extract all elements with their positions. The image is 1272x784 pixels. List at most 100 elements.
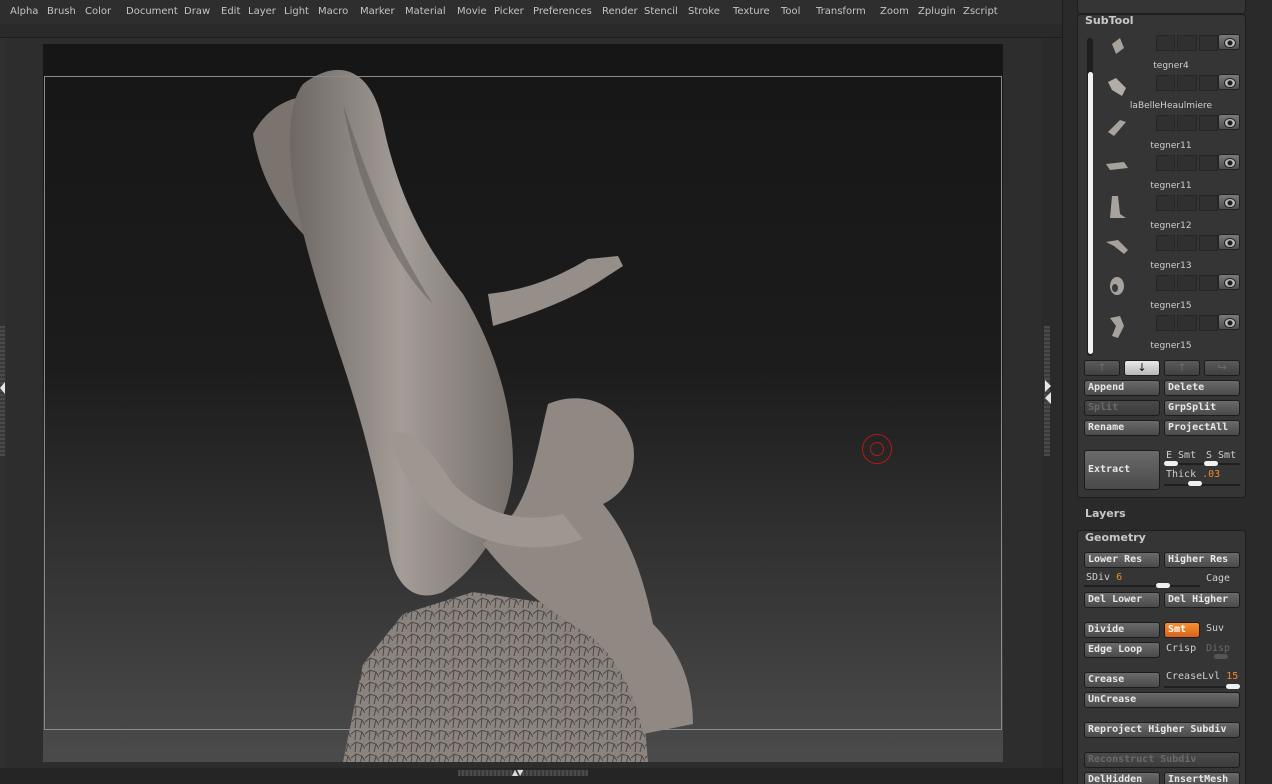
crease-level-knob[interactable]	[1226, 684, 1240, 689]
eye-icon[interactable]	[1218, 274, 1240, 290]
menu-draw[interactable]: Draw	[184, 6, 210, 17]
disp-knob[interactable]	[1214, 654, 1228, 659]
reconstruct-subdiv-button[interactable]: Reconstruct Subdiv	[1084, 752, 1240, 768]
subtool-name: tegner13	[1150, 261, 1192, 271]
e-smt-knob[interactable]	[1164, 461, 1178, 466]
subtool-toggles[interactable]	[1156, 155, 1218, 171]
subtool-toggles[interactable]	[1156, 195, 1218, 211]
hand-thumbnail-icon	[1104, 74, 1130, 98]
menu-transform[interactable]: Transform	[816, 6, 866, 17]
arm-thumbnail-icon	[1104, 154, 1130, 178]
higher-res-button[interactable]: Higher Res	[1164, 552, 1240, 568]
menu-light[interactable]: Light	[284, 6, 309, 17]
crease-level-label: CreaseLvl 15	[1166, 671, 1238, 682]
subtool-name: laBelleHeaulmiere	[1129, 101, 1213, 111]
menu-zscript[interactable]: Zscript	[963, 6, 998, 17]
move-down-icon[interactable]: ↓	[1124, 360, 1160, 376]
subtool-scroll-thumb[interactable]	[1088, 72, 1093, 354]
eye-icon[interactable]	[1218, 194, 1240, 210]
split-button[interactable]: Split	[1084, 400, 1160, 416]
subtool-toggles[interactable]	[1156, 115, 1218, 131]
menu-render[interactable]: Render	[602, 6, 638, 17]
subtool-toggles[interactable]	[1156, 75, 1218, 91]
layers-title[interactable]: Layers	[1085, 507, 1126, 520]
extract-button[interactable]: Extract	[1084, 450, 1160, 490]
eye-icon[interactable]	[1218, 314, 1240, 330]
viewport-canvas[interactable]	[43, 44, 1003, 762]
eye-icon[interactable]	[1218, 74, 1240, 90]
thick-knob[interactable]	[1188, 481, 1202, 486]
menu-brush[interactable]: Brush	[47, 6, 76, 17]
subtool-name: tegner12	[1150, 221, 1192, 231]
bottom-tray-handle[interactable]	[458, 770, 588, 776]
edge-loop-button[interactable]: Edge Loop	[1084, 642, 1160, 658]
disp-slider[interactable]: Disp	[1206, 643, 1230, 654]
move-up-icon[interactable]: ↑	[1084, 360, 1120, 376]
reproject-higher-subdiv-button[interactable]: Reproject Higher Subdiv	[1084, 722, 1240, 738]
menu-movie[interactable]: Movie	[457, 6, 487, 17]
smt-toggle[interactable]: Smt	[1164, 622, 1200, 638]
crease-level-value: 15	[1226, 671, 1239, 682]
geometry-title[interactable]: Geometry	[1085, 531, 1146, 544]
rename-button[interactable]: Rename	[1084, 420, 1160, 436]
subtool-toggles[interactable]	[1156, 35, 1218, 51]
subtool-name: tegner15	[1150, 341, 1192, 351]
subtool-toggles[interactable]	[1156, 315, 1218, 331]
crease-button[interactable]: Crease	[1084, 672, 1160, 688]
bottom-tray-arrows-icon[interactable]: ▲▼	[512, 768, 523, 777]
brush-cursor-icon	[862, 434, 892, 464]
menu-macro[interactable]: Macro	[318, 6, 348, 17]
thick-label: Thick .03	[1166, 469, 1220, 480]
menu-stroke[interactable]: Stroke	[688, 6, 720, 17]
uncrease-button[interactable]: UnCrease	[1084, 692, 1240, 708]
del-hidden-button[interactable]: DelHidden	[1084, 772, 1160, 784]
subtool-name: tegner15	[1150, 301, 1192, 311]
grpsplit-button[interactable]: GrpSplit	[1164, 400, 1240, 416]
menu-alpha[interactable]: Alpha	[10, 6, 38, 17]
menu-zplugin[interactable]: Zplugin	[918, 6, 956, 17]
menu-layer[interactable]: Layer	[248, 6, 276, 17]
del-lower-button[interactable]: Del Lower	[1084, 592, 1160, 608]
right-tray-arrow-icon[interactable]	[1045, 380, 1051, 392]
menu-preferences[interactable]: Preferences	[533, 6, 592, 17]
lower-res-button[interactable]: Lower Res	[1084, 552, 1160, 568]
projectall-button[interactable]: ProjectAll	[1164, 420, 1240, 436]
suv-toggle[interactable]: Suv	[1206, 623, 1224, 634]
subtool-toggles[interactable]	[1156, 235, 1218, 251]
delete-button[interactable]: Delete	[1164, 380, 1240, 396]
thick-slider[interactable]	[1164, 484, 1240, 486]
cage-button[interactable]: Cage	[1206, 573, 1230, 584]
divide-button[interactable]: Divide	[1084, 622, 1160, 638]
menu-marker[interactable]: Marker	[360, 6, 395, 17]
menu-zoom[interactable]: Zoom	[880, 6, 909, 17]
insert-mesh-button[interactable]: InsertMesh	[1164, 772, 1240, 784]
eye-icon[interactable]	[1218, 234, 1240, 250]
append-button[interactable]: Append	[1084, 380, 1160, 396]
menu-edit[interactable]: Edit	[221, 6, 240, 17]
menu-color[interactable]: Color	[85, 6, 111, 17]
subtool-title[interactable]: SubTool	[1085, 14, 1134, 27]
subtool-toggles[interactable]	[1156, 275, 1218, 291]
sdiv-knob[interactable]	[1156, 583, 1170, 588]
right-tray-collapse-icon[interactable]	[1045, 392, 1051, 404]
menu-picker[interactable]: Picker	[494, 6, 524, 17]
s-smt-knob[interactable]	[1204, 461, 1218, 466]
del-higher-button[interactable]: Del Higher	[1164, 592, 1240, 608]
menu-material[interactable]: Material	[405, 6, 446, 17]
subtool-name: tegner4	[1153, 61, 1189, 71]
redo-arrow-icon[interactable]: ↪	[1204, 360, 1240, 376]
menu-texture[interactable]: Texture	[733, 6, 770, 17]
arm-thumbnail-icon	[1104, 234, 1130, 258]
e-smt-label: E Smt	[1166, 450, 1197, 461]
eye-icon[interactable]	[1218, 154, 1240, 170]
menu-tool[interactable]: Tool	[781, 6, 800, 17]
menu-document[interactable]: Document	[126, 6, 178, 17]
sdiv-label: SDiv 6	[1086, 572, 1122, 583]
menu-stencil[interactable]: Stencil	[644, 6, 678, 17]
sdiv-slider[interactable]	[1084, 585, 1200, 587]
eye-icon[interactable]	[1218, 114, 1240, 130]
crisp-toggle[interactable]: Crisp	[1166, 643, 1196, 654]
eye-icon[interactable]	[1218, 34, 1240, 50]
move-up-alt-icon[interactable]: ↑	[1164, 360, 1200, 376]
left-tray-arrow-icon[interactable]	[0, 382, 5, 394]
